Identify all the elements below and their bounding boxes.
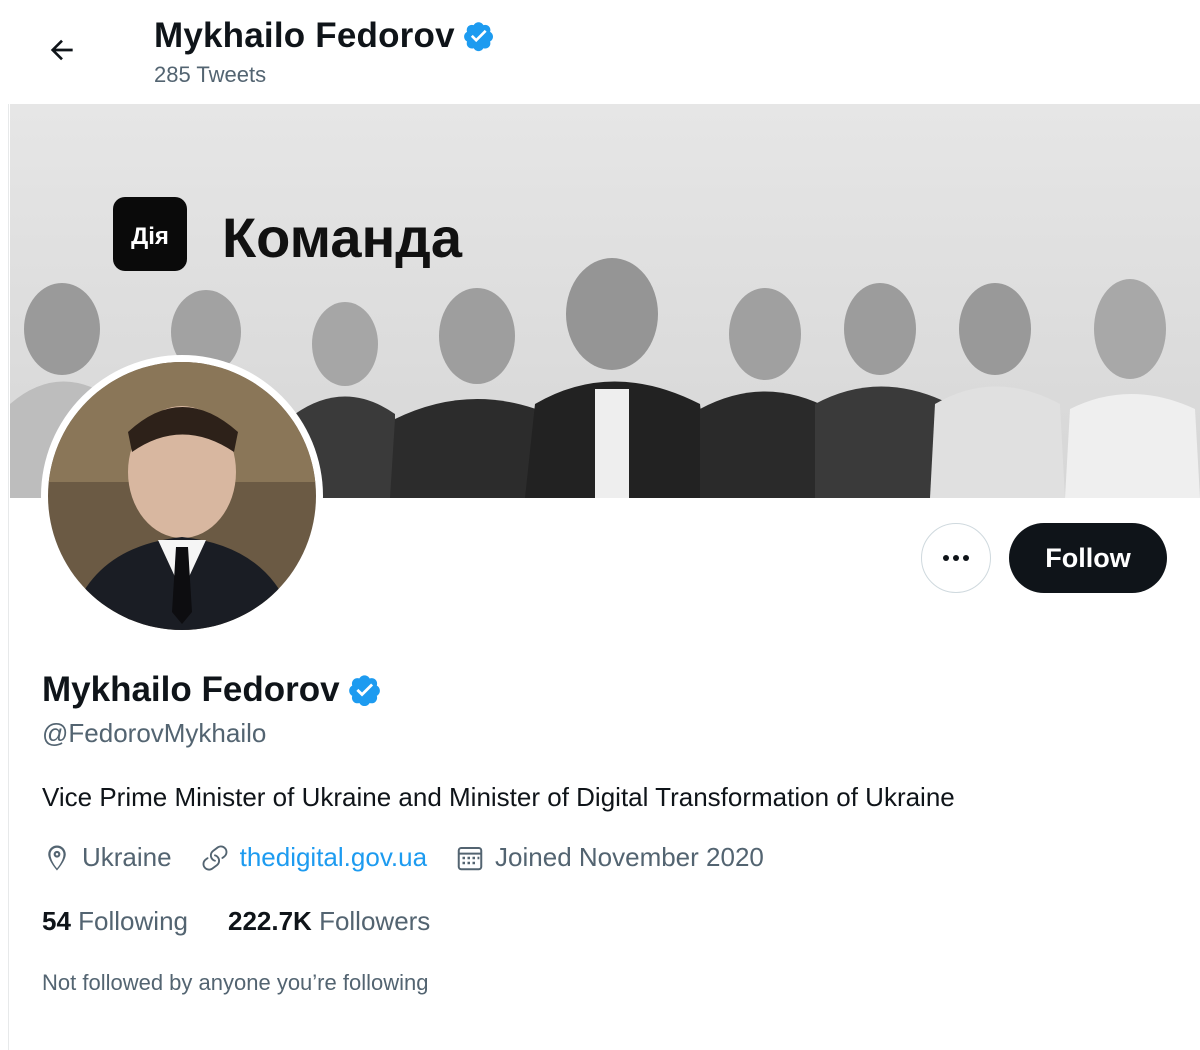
followers-stat[interactable]: 222.7K Followers: [228, 906, 430, 937]
following-label: Following: [78, 906, 188, 936]
tweet-count: 285 Tweets: [154, 62, 267, 87]
header-name: Mykhailo Fedorov: [154, 16, 455, 55]
mutual-followers-note: Not followed by anyone you’re following: [42, 970, 429, 995]
followers-label: Followers: [319, 906, 431, 936]
verified-badge-icon: [348, 675, 380, 707]
arrow-left-icon: [50, 39, 73, 61]
more-dots-icon: [943, 555, 969, 561]
profile-bio: Vice Prime Minister of Ukraine and Minis…: [42, 782, 955, 812]
avatar[interactable]: [41, 355, 323, 637]
avatar-photo: [48, 362, 316, 630]
diia-logo-text: Дія: [131, 223, 169, 250]
follow-button[interactable]: Follow: [1009, 523, 1167, 593]
left-divider: [8, 0, 9, 1050]
location-pin-icon: [48, 845, 66, 870]
joined-text: Joined November 2020: [495, 842, 764, 872]
header-title-row: Mykhailo Fedorov: [154, 16, 495, 56]
following-count: 54: [42, 906, 71, 936]
joined-item: Joined November 2020: [455, 842, 764, 873]
calendar-icon: [457, 846, 483, 870]
website-item[interactable]: thedigital.gov.ua: [200, 842, 427, 873]
link-icon: [202, 845, 228, 871]
profile-header: Mykhailo Fedorov 285 Tweets: [0, 0, 1200, 104]
verified-badge-icon: [463, 22, 493, 52]
following-stat[interactable]: 54 Following: [42, 906, 188, 937]
back-button[interactable]: [34, 22, 90, 78]
more-options-button[interactable]: [921, 523, 991, 593]
location-text: Ukraine: [82, 842, 172, 872]
profile-meta-row: Ukraine thedigital.gov.ua Joined Novembe…: [42, 842, 792, 873]
banner-headline: Команда: [222, 206, 463, 269]
followers-count: 222.7K: [227, 906, 312, 936]
website-link[interactable]: thedigital.gov.ua: [240, 842, 427, 873]
follow-stats: 54 Following 222.7K Followers: [42, 906, 470, 937]
profile-name-row: Mykhailo Fedorov: [42, 670, 382, 710]
location-item: Ukraine: [42, 842, 172, 873]
user-handle: @FedorovMykhailo: [42, 718, 267, 748]
display-name: Mykhailo Fedorov: [42, 670, 340, 709]
